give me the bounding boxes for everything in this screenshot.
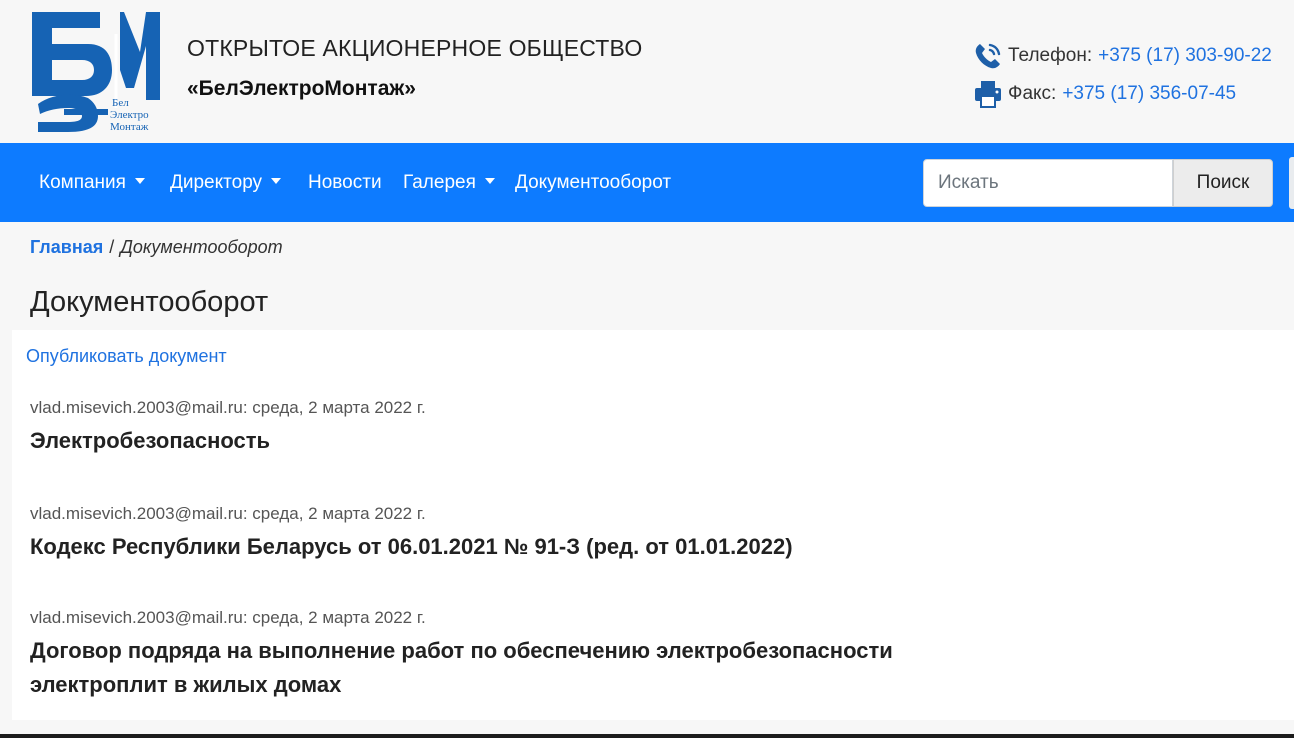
caret-down-icon (484, 177, 495, 184)
publish-document-link[interactable]: Опубликовать документ (26, 346, 227, 367)
breadcrumb-home-link[interactable]: Главная (30, 237, 103, 257)
nav-item-gallery[interactable]: Галерея (403, 143, 495, 222)
breadcrumb: Главная / Документооборот (30, 237, 283, 258)
logo-text-elektro: Электро (110, 109, 149, 121)
site-header: Бел Электро Монтаж ОТКРЫТОЕ АКЦИОНЕРНОЕ … (0, 0, 1294, 143)
page: Бел Электро Монтаж ОТКРЫТОЕ АКЦИОНЕРНОЕ … (0, 0, 1294, 734)
phone-label: Телефон: (1008, 45, 1093, 66)
document-item: vlad.misevich.2003@mail.ru: среда, 2 мар… (30, 608, 893, 702)
document-title-link[interactable]: Электробезопасность (30, 424, 426, 458)
fax-contact: Факс: +375 (17) 356-07-45 (972, 78, 1236, 110)
document-item: vlad.misevich.2003@mail.ru: среда, 2 мар… (30, 398, 426, 458)
logo-text-bel: Бел (112, 97, 129, 109)
nav-item-label: Новости (308, 172, 382, 193)
fax-link[interactable]: +375 (17) 356-07-45 (1062, 83, 1236, 105)
nav-item-label: Документооборот (515, 172, 672, 193)
company-name: «БелЭлектроМонтаж» (187, 77, 416, 100)
document-meta: vlad.misevich.2003@mail.ru: среда, 2 мар… (30, 608, 426, 627)
document-title-line: Договор подряда на выполнение работ по о… (30, 638, 893, 663)
fax-label: Факс: (1008, 83, 1057, 104)
company-type: ОТКРЫТОЕ АКЦИОНЕРНОЕ ОБЩЕСТВО (187, 35, 643, 61)
nav-item-documents[interactable]: Документооборот (515, 143, 671, 222)
documents-card: Опубликовать документ vlad.misevich.2003… (12, 330, 1294, 720)
document-meta: vlad.misevich.2003@mail.ru: среда, 2 мар… (30, 398, 426, 417)
company-logo[interactable]: Бел Электро Монтаж (28, 8, 170, 136)
search-button[interactable]: Поиск (1173, 159, 1273, 207)
document-item: vlad.misevich.2003@mail.ru: среда, 2 мар… (30, 504, 793, 564)
document-title-link[interactable]: Кодекс Республики Беларусь от 06.01.2021… (30, 530, 793, 564)
search-input[interactable] (923, 159, 1173, 207)
document-title-line: электроплит в жилых домах (30, 672, 342, 697)
document-meta: vlad.misevich.2003@mail.ru: среда, 2 мар… (30, 504, 426, 523)
nav-item-label: Директору (170, 172, 263, 193)
caret-down-icon (134, 177, 145, 184)
breadcrumb-current: Документооборот (120, 237, 283, 257)
logo-text-montazh: Монтаж (110, 121, 149, 133)
nav-item-label: Компания (39, 172, 126, 193)
navbar-toggle-edge[interactable] (1289, 157, 1294, 209)
phone-link[interactable]: +375 (17) 303-90-22 (1098, 45, 1272, 67)
breadcrumb-separator: / (109, 237, 115, 257)
page-title: Документооборот (30, 286, 269, 318)
nav-item-director[interactable]: Директору (170, 143, 282, 222)
phone-icon (972, 40, 1004, 72)
nav-item-news[interactable]: Новости (308, 143, 382, 222)
bottom-border (0, 734, 1294, 738)
phone-contact: Телефон: +375 (17) 303-90-22 (972, 40, 1272, 72)
fax-icon (972, 78, 1004, 110)
caret-down-icon (271, 177, 282, 184)
nav-item-label: Галерея (403, 172, 476, 193)
nav-item-company[interactable]: Компания (39, 143, 145, 222)
document-title-link[interactable]: Договор подряда на выполнение работ по о… (30, 634, 893, 702)
